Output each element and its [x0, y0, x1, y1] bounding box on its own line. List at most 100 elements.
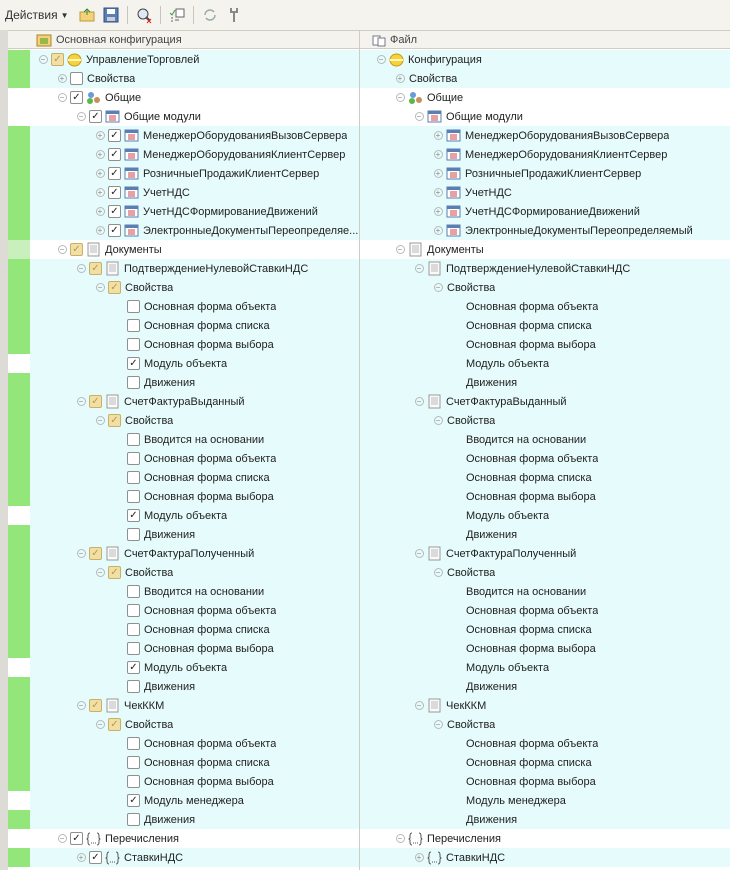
include-checkbox[interactable]: ✓: [108, 718, 121, 731]
collapse-icon[interactable]: −: [74, 262, 88, 276]
tree-row[interactable]: Основная форма объекта Основная форма объ…: [8, 297, 730, 316]
tree-row[interactable]: + ✓ ЭлектронныеДокументыПереопределяе... + Э…: [8, 221, 730, 240]
settings-button[interactable]: [224, 5, 244, 25]
collapse-icon[interactable]: −: [393, 91, 407, 105]
expand-icon[interactable]: +: [431, 167, 445, 181]
collapse-icon[interactable]: −: [93, 718, 107, 732]
tree-row[interactable]: − ✓ Общие модули − Общие модули: [8, 107, 730, 126]
collapse-icon[interactable]: −: [431, 566, 445, 580]
include-checkbox[interactable]: ✓: [89, 547, 102, 560]
collapse-icon[interactable]: −: [55, 91, 69, 105]
column-header-file[interactable]: Файл: [372, 31, 417, 49]
include-checkbox[interactable]: [127, 756, 140, 769]
tree-row[interactable]: Основная форма выбора Основная форма выбо…: [8, 772, 730, 791]
include-checkbox[interactable]: ✓: [89, 110, 102, 123]
tree-row[interactable]: − ✓ Свойства − Свойства: [8, 278, 730, 297]
collapse-icon[interactable]: −: [412, 110, 426, 124]
include-checkbox[interactable]: ✓: [51, 53, 64, 66]
tree-row[interactable]: Основная форма выбора Основная форма выбо…: [8, 487, 730, 506]
tree-row[interactable]: − ✓ УправлениеТорговлей − Конфигурация: [8, 50, 730, 69]
collapse-icon[interactable]: −: [393, 243, 407, 257]
tree-row[interactable]: Основная форма объекта Основная форма объ…: [8, 734, 730, 753]
include-checkbox[interactable]: ✓: [70, 91, 83, 104]
tree-row[interactable]: − ✓ ЧекККМ − ЧекККМ: [8, 696, 730, 715]
include-checkbox[interactable]: [127, 490, 140, 503]
tree-row[interactable]: − ✓ Документы − Документы: [8, 240, 730, 259]
include-checkbox[interactable]: ✓: [89, 262, 102, 275]
include-checkbox[interactable]: [127, 528, 140, 541]
tree-row[interactable]: − ✓ СчетФактураПолученный − СчетФактураПолуч…: [8, 544, 730, 563]
tree-row[interactable]: − ✓ Свойства − Свойства: [8, 411, 730, 430]
collapse-icon[interactable]: −: [393, 832, 407, 846]
tree-row[interactable]: ✓ Модуль объекта Модуль объекта: [8, 506, 730, 525]
tree-row[interactable]: + Свойства + Свойства: [8, 69, 730, 88]
save-button[interactable]: [101, 5, 121, 25]
collapse-icon[interactable]: −: [36, 53, 50, 67]
tree-row[interactable]: Основная форма объекта Основная форма объ…: [8, 449, 730, 468]
include-checkbox[interactable]: ✓: [70, 832, 83, 845]
include-checkbox[interactable]: ✓: [108, 148, 121, 161]
tree-row[interactable]: Движения Движения: [8, 810, 730, 829]
expand-icon[interactable]: +: [74, 851, 88, 865]
include-checkbox[interactable]: [127, 642, 140, 655]
tree-row[interactable]: + ✓ МенеджерОборудованияВызовСервера + Менед…: [8, 126, 730, 145]
tree-row[interactable]: Основная форма объекта Основная форма объ…: [8, 601, 730, 620]
tree-row[interactable]: ✓ Модуль объекта Модуль объекта: [8, 658, 730, 677]
include-checkbox[interactable]: ✓: [89, 851, 102, 864]
include-checkbox[interactable]: [127, 623, 140, 636]
tree-row[interactable]: − ✓ Перечисления − Перечисления: [8, 829, 730, 848]
include-checkbox[interactable]: [127, 338, 140, 351]
collapse-icon[interactable]: −: [93, 566, 107, 580]
refresh-button[interactable]: [200, 5, 220, 25]
expand-icon[interactable]: +: [93, 205, 107, 219]
expand-icon[interactable]: +: [55, 72, 69, 86]
include-checkbox[interactable]: ✓: [108, 205, 121, 218]
include-checkbox[interactable]: [127, 680, 140, 693]
collapse-icon[interactable]: −: [74, 547, 88, 561]
expand-icon[interactable]: +: [93, 129, 107, 143]
column-header-main-config[interactable]: Основная конфигурация: [36, 31, 182, 49]
expand-icon[interactable]: +: [93, 148, 107, 162]
tree-row[interactable]: Движения Движения: [8, 525, 730, 544]
expand-icon[interactable]: +: [393, 72, 407, 86]
tree-row[interactable]: Основная форма списка Основная форма спис…: [8, 620, 730, 639]
expand-icon[interactable]: +: [412, 851, 426, 865]
tree-row[interactable]: − ✓ Общие − Общие: [8, 88, 730, 107]
include-checkbox[interactable]: [127, 433, 140, 446]
include-checkbox[interactable]: ✓: [127, 794, 140, 807]
expand-icon[interactable]: +: [431, 224, 445, 238]
collapse-icon[interactable]: −: [93, 281, 107, 295]
mark-button[interactable]: [167, 5, 187, 25]
tree-row[interactable]: Вводится на основании Вводится на основан…: [8, 582, 730, 601]
collapse-icon[interactable]: −: [55, 832, 69, 846]
tree-row[interactable]: Основная форма выбора Основная форма выбо…: [8, 639, 730, 658]
tree-row[interactable]: − ✓ СчетФактураВыданный − СчетФактураВыданны…: [8, 392, 730, 411]
expand-icon[interactable]: +: [93, 186, 107, 200]
include-checkbox[interactable]: [127, 585, 140, 598]
tree-row[interactable]: + ✓ УчетНДС + УчетНДС: [8, 183, 730, 202]
expand-icon[interactable]: +: [93, 224, 107, 238]
actions-menu-button[interactable]: Действия ▼: [5, 8, 69, 22]
tree-row[interactable]: ✓ Модуль объекта Модуль объекта: [8, 354, 730, 373]
find-differences-button[interactable]: [134, 5, 154, 25]
include-checkbox[interactable]: ✓: [108, 414, 121, 427]
tree-row[interactable]: Основная форма выбора Основная форма выбо…: [8, 335, 730, 354]
include-checkbox[interactable]: [127, 813, 140, 826]
expand-icon[interactable]: +: [431, 148, 445, 162]
include-checkbox[interactable]: [127, 775, 140, 788]
tree-row[interactable]: + ✓ СтавкиНДС + СтавкиНДС: [8, 848, 730, 867]
tree-row[interactable]: + ✓ УчетНДСФормированиеДвижений + УчетНДСФор…: [8, 202, 730, 221]
include-checkbox[interactable]: ✓: [108, 224, 121, 237]
collapse-icon[interactable]: −: [412, 262, 426, 276]
include-checkbox[interactable]: ✓: [127, 357, 140, 370]
include-checkbox[interactable]: ✓: [108, 129, 121, 142]
include-checkbox[interactable]: ✓: [70, 243, 83, 256]
collapse-icon[interactable]: −: [374, 53, 388, 67]
collapse-icon[interactable]: −: [431, 414, 445, 428]
column-divider[interactable]: [359, 30, 360, 870]
collapse-icon[interactable]: −: [431, 718, 445, 732]
collapse-icon[interactable]: −: [74, 395, 88, 409]
tree-row[interactable]: − ✓ Свойства − Свойства: [8, 563, 730, 582]
collapse-icon[interactable]: −: [74, 699, 88, 713]
include-checkbox[interactable]: ✓: [108, 186, 121, 199]
